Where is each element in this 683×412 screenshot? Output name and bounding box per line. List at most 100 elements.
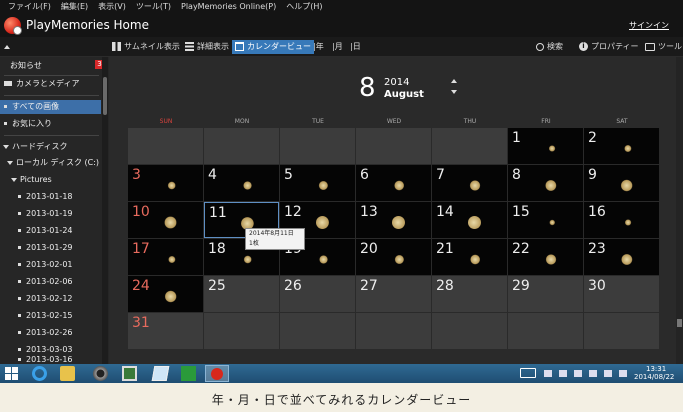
calendar-day-cell[interactable]: 20 [356, 239, 431, 275]
search-button[interactable]: 検索 [536, 40, 563, 54]
folder-item[interactable]: 2013-02-12 [0, 292, 101, 306]
clock-date[interactable]: 2014/08/22 [634, 373, 674, 382]
calendar-day-cell[interactable]: 5 [280, 165, 355, 201]
clock-time[interactable]: 13:31 [646, 365, 666, 373]
collapse-sidebar-button[interactable] [4, 40, 13, 54]
file-explorer-icon[interactable] [60, 366, 75, 381]
calendar-day-cell[interactable]: 21 [432, 239, 507, 275]
calendar-day-cell[interactable]: 27 [356, 276, 431, 312]
calendar-day-cell[interactable]: 13 [356, 202, 431, 238]
photo-thumbnail [620, 216, 633, 229]
calendar-day-cell[interactable]: 23 [584, 239, 659, 275]
tray-display-icon[interactable] [574, 370, 582, 377]
detail-view-button[interactable]: 詳細表示 [185, 40, 229, 54]
calendar-day-cell[interactable]: 30 [584, 276, 659, 312]
folder-item[interactable]: 2013-02-15 [0, 309, 101, 323]
photo-thumbnail [240, 253, 253, 266]
sidebar-item-local-disk[interactable]: ローカル ディスク (C:) [0, 156, 101, 170]
calendar-day-cell[interactable]: 8 [508, 165, 583, 201]
month-button[interactable]: |月 [332, 40, 343, 54]
calendar-day-cell[interactable]: 7 [432, 165, 507, 201]
calendar-day-cell[interactable]: 29 [508, 276, 583, 312]
folder-item[interactable]: 2013-01-24 [0, 224, 101, 238]
menu-help[interactable]: ヘルプ(H) [281, 0, 327, 13]
calendar-day-cell[interactable]: 6 [356, 165, 431, 201]
tray-battery-icon[interactable] [559, 370, 567, 377]
folder-item[interactable]: 2013-02-01 [0, 258, 101, 272]
thumbnail-view-button[interactable]: サムネイル表示 [112, 40, 180, 54]
previous-month-arrow-icon[interactable] [451, 79, 457, 83]
calendar-day-cell[interactable]: 10 [128, 202, 203, 238]
day-label: 日 [352, 42, 361, 51]
favorites-label: お気に入り [12, 119, 52, 128]
calendar-day-cell[interactable]: 28 [432, 276, 507, 312]
windows-start-icon[interactable] [5, 367, 19, 380]
sidebar-item-all-images[interactable]: すべての画像 [0, 100, 101, 114]
menu-view[interactable]: 表示(V) [93, 0, 131, 13]
photo-thumbnail [164, 290, 177, 303]
webcam-icon[interactable] [93, 366, 108, 381]
menu-online[interactable]: PlayMemories Online(P) [176, 0, 281, 13]
calendar-day-cell[interactable]: 16 [584, 202, 659, 238]
internet-explorer-icon[interactable] [32, 366, 47, 381]
calendar-day-cell[interactable]: 17 [128, 239, 203, 275]
sidebar-scroll-thumb[interactable] [103, 77, 107, 115]
photo-thumbnail [468, 179, 481, 192]
properties-button[interactable]: i プロパティー [579, 40, 639, 54]
year-button[interactable]: |年 [313, 40, 324, 54]
calendar-day-cell[interactable]: 22 [508, 239, 583, 275]
calendar-day-cell[interactable]: 26 [280, 276, 355, 312]
next-month-arrow-icon[interactable] [451, 90, 457, 94]
calendar-day-cell[interactable]: 4 [204, 165, 279, 201]
folder-item[interactable]: 2013-03-16 [0, 353, 101, 364]
calendar-scrollbar[interactable] [676, 57, 683, 364]
folder-item[interactable]: 2013-02-06 [0, 275, 101, 289]
menu-edit[interactable]: 編集(E) [56, 0, 93, 13]
folder-item[interactable]: 2013-01-18 [0, 190, 101, 204]
sidebar-scrollbar[interactable] [102, 57, 108, 364]
store-icon[interactable] [181, 366, 196, 381]
folder-label: 2013-01-19 [26, 209, 73, 218]
calendar-scroll-thumb[interactable] [677, 319, 682, 327]
sidebar-item-camera-media[interactable]: カメラとメディア [0, 77, 101, 91]
calendar-day-cell[interactable]: 3 [128, 165, 203, 201]
tray-up-arrow-icon[interactable] [544, 370, 552, 377]
calendar-day-cell[interactable]: 15 [508, 202, 583, 238]
keyboard-icon[interactable] [520, 368, 536, 378]
sidebar-item-pictures[interactable]: Pictures [0, 173, 101, 187]
calendar-day-cell[interactable]: 31 [128, 313, 203, 349]
photo-thumbnail [620, 179, 633, 192]
calendar-view-button[interactable]: カレンダービュー [232, 40, 314, 54]
folder-label: 2013-02-26 [26, 328, 73, 337]
photo-thumbnail [392, 179, 405, 192]
folder-item[interactable]: 2013-02-26 [0, 326, 101, 340]
calendar-day-cell[interactable]: 14 [432, 202, 507, 238]
day-number: 1 [512, 130, 521, 146]
calendar-empty-cell [432, 128, 507, 164]
folder-label: 2013-02-06 [26, 277, 73, 286]
calendar-day-cell[interactable]: 1 [508, 128, 583, 164]
sidebar-item-notice[interactable]: お知らせ [0, 59, 101, 73]
tray-input-icon[interactable] [619, 370, 627, 377]
folder-item[interactable]: 2013-01-19 [0, 207, 101, 221]
network-app-icon[interactable] [122, 366, 137, 381]
sidebar-item-favorites[interactable]: お気に入り [0, 117, 101, 131]
signin-link[interactable]: サインイン [629, 20, 669, 31]
tools-button[interactable]: ツール [645, 40, 682, 54]
tray-network-icon[interactable] [589, 370, 597, 377]
photo-thumbnail [316, 253, 329, 266]
playmemories-taskbar-icon[interactable] [205, 365, 229, 382]
calendar-day-cell[interactable]: 2 [584, 128, 659, 164]
calendar-day-cell[interactable]: 24 [128, 276, 203, 312]
tray-volume-icon[interactable] [604, 370, 612, 377]
calendar-empty-cell [204, 128, 279, 164]
photo-thumbnail [392, 253, 405, 266]
calendar-day-cell[interactable]: 9 [584, 165, 659, 201]
day-button[interactable]: |日 [350, 40, 361, 54]
menu-file[interactable]: ファイル(F) [0, 0, 56, 13]
sidebar-item-hard-disk[interactable]: ハードディスク [0, 140, 101, 154]
menu-tools[interactable]: ツール(T) [131, 0, 176, 13]
folder-item[interactable]: 2013-01-29 [0, 241, 101, 255]
calendar-day-cell[interactable]: 25 [204, 276, 279, 312]
notepad-icon[interactable] [151, 366, 170, 381]
